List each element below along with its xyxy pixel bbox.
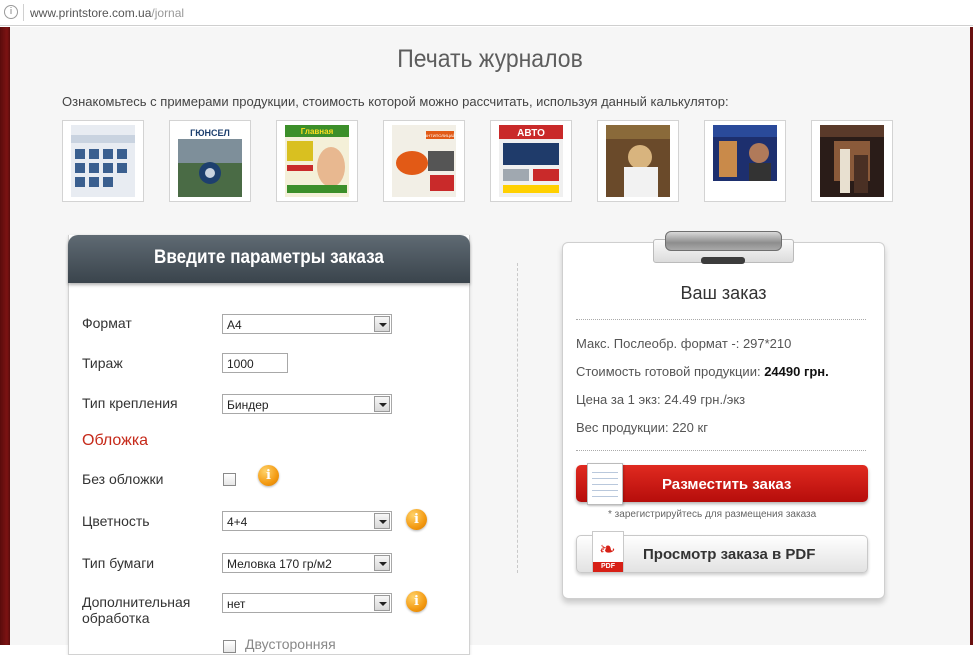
view-pdf-label: Просмотр заказа в PDF	[643, 546, 816, 563]
paper-label: Тип бумаги	[82, 555, 155, 571]
magazine-cover-image	[713, 125, 777, 197]
weight-value: 220 кг	[672, 420, 708, 435]
format-line: Макс. Послеобр. формат -: 297*210	[576, 336, 791, 351]
format-line-value: 297*210	[742, 336, 792, 351]
clip-bar	[665, 231, 782, 251]
order-title: Ваш заказ	[680, 283, 767, 303]
circulation-label: Тираж	[82, 355, 123, 371]
address-divider	[23, 4, 24, 21]
extra-processing-label: Дополнительная обработка	[82, 594, 191, 626]
thumbnail-2[interactable]: ГЮНСЕЛ	[169, 120, 251, 202]
panel-divider	[517, 263, 518, 573]
thumbnail-5[interactable]: АВТО	[490, 120, 572, 202]
url-path: /jornal	[151, 6, 185, 20]
parameters-title: Введите параметры заказа	[154, 247, 384, 268]
color-select[interactable]: 4+4	[222, 511, 392, 531]
thumbnail-4[interactable]: АНТИПОЛИЦАЙ	[383, 120, 465, 202]
thumbnail-3[interactable]: Главная	[276, 120, 358, 202]
thumbnail-8[interactable]	[811, 120, 893, 202]
weight-label: Вес продукции:	[576, 420, 673, 435]
magazine-cover-image: АНТИПОЛИЦАЙ	[392, 125, 456, 197]
unit-price-line: Цена за 1 экз: 24.49 грн./экз	[576, 392, 745, 407]
dotted-divider	[576, 450, 866, 451]
info-icon[interactable]: i	[406, 591, 427, 612]
magazine-cover-image	[606, 125, 670, 197]
magazine-cover-image: АВТО	[499, 125, 563, 197]
weight-line: Вес продукции: 220 кг	[576, 420, 708, 435]
pdf-symbol: ❧	[599, 537, 616, 561]
info-icon[interactable]: i	[406, 509, 427, 530]
magazine-cover-image: Главная	[285, 125, 349, 197]
cover-title: Главная	[301, 127, 334, 136]
page-left-border	[0, 27, 10, 645]
page-title: Печать журналов	[397, 45, 583, 73]
unit-price-value: 24.49 грн./экз	[664, 392, 746, 407]
cover-section-heading: Обложка	[82, 432, 149, 449]
place-order-label: Разместить заказ	[662, 476, 792, 493]
clip-slot	[701, 257, 745, 264]
pdf-icon: ❧ PDF	[592, 531, 624, 573]
register-note: * зарегистрируйтесь для размещения заказ…	[608, 509, 817, 520]
spreadsheet-icon	[587, 463, 623, 505]
cover-title: АНТИПОЛИЦАЙ	[425, 133, 456, 138]
format-value: А4	[227, 318, 242, 332]
intro-text: Ознакомьтесь с примерами продукции, стои…	[62, 94, 729, 109]
order-parameters-panel: Введите параметры заказа Формат А4 Тираж…	[68, 235, 470, 655]
no-cover-label: Без обложки	[82, 471, 164, 487]
cover-title: ГЮНСЕЛ	[190, 128, 230, 138]
site-info-icon[interactable]: i	[4, 5, 18, 19]
circulation-input[interactable]: 1000	[222, 353, 288, 373]
page-content: Печать журналов Ознакомьтесь с примерами…	[10, 27, 970, 655]
chevron-down-icon[interactable]	[374, 316, 390, 332]
format-line-label: Макс. Послеобр. формат -:	[576, 336, 743, 351]
no-cover-checkbox[interactable]	[223, 473, 236, 486]
cost-line: Стоимость готовой продукции: 24490 грн.	[576, 364, 829, 379]
binding-label: Тип крепления	[82, 395, 178, 411]
magazine-cover-image: ГЮНСЕЛ	[178, 125, 242, 197]
chevron-down-icon[interactable]	[374, 396, 390, 412]
extra-processing-select[interactable]: нет	[222, 593, 392, 613]
chevron-down-icon[interactable]	[374, 555, 390, 571]
parameters-header: Введите параметры заказа	[68, 235, 470, 283]
chevron-down-icon[interactable]	[374, 513, 390, 529]
paper-value: Меловка 170 гр/м2	[227, 557, 332, 571]
binding-value: Биндер	[227, 398, 269, 412]
url-host: www.printstore.com.ua	[30, 6, 152, 20]
thumbnail-7[interactable]	[704, 120, 786, 202]
chevron-down-icon[interactable]	[374, 595, 390, 611]
cost-line-value: 24490 грн.	[764, 364, 829, 379]
thumbnail-1[interactable]	[62, 120, 144, 202]
unit-price-label: Цена за 1 экз:	[576, 392, 665, 407]
paper-select[interactable]: Меловка 170 гр/м2	[222, 553, 392, 573]
cover-title: АВТО	[517, 128, 545, 139]
format-label: Формат	[82, 315, 132, 331]
address-bar[interactable]: i www.printstore.com.ua/jornal	[0, 0, 973, 26]
cost-line-label: Стоимость готовой продукции:	[576, 364, 765, 379]
extra-processing-value: нет	[227, 597, 246, 611]
duplex-label: Двусторонняя	[245, 636, 336, 652]
clipboard-clip	[653, 230, 794, 264]
magazine-cover-image	[71, 125, 135, 197]
dotted-divider	[576, 319, 866, 320]
pdf-tag: PDF	[593, 562, 623, 572]
color-value: 4+4	[227, 515, 248, 529]
thumbnail-6[interactable]	[597, 120, 679, 202]
url-text[interactable]: www.printstore.com.ua/jornal	[30, 6, 184, 20]
binding-select[interactable]: Биндер	[222, 394, 392, 414]
color-label: Цветность	[82, 513, 150, 529]
magazine-cover-image	[820, 125, 884, 197]
duplex-checkbox[interactable]	[223, 640, 236, 653]
info-icon[interactable]: i	[258, 465, 279, 486]
format-select[interactable]: А4	[222, 314, 392, 334]
